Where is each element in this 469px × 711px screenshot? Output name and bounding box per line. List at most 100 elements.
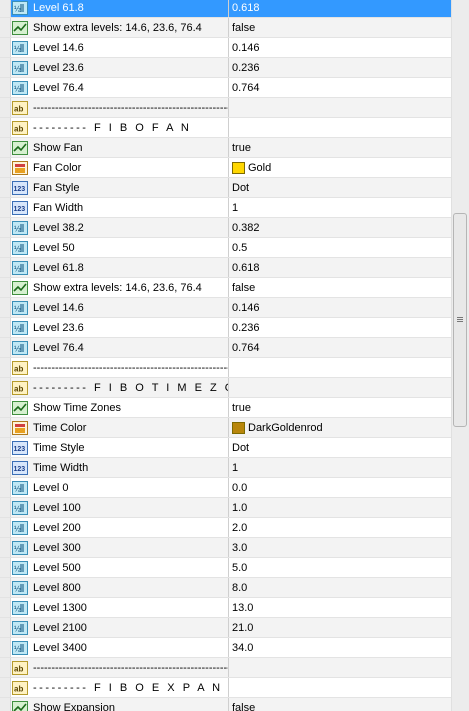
property-row[interactable]: Show extra levels: 14.6, 23.6, 76.4 false: [0, 18, 451, 38]
property-value-cell[interactable]: true: [229, 398, 451, 417]
property-name-cell[interactable]: ½ Level 800: [11, 578, 229, 597]
property-value-cell[interactable]: false: [229, 698, 451, 711]
property-name-cell[interactable]: ab --------------------------------------…: [11, 358, 229, 377]
property-row[interactable]: ½ Level 14.6 0.146: [0, 38, 451, 58]
property-row[interactable]: ab --------------------------------------…: [0, 98, 451, 118]
property-value-cell[interactable]: 1.0: [229, 498, 451, 517]
property-name-cell[interactable]: Show extra levels: 14.6, 23.6, 76.4: [11, 18, 229, 37]
property-row[interactable]: ½ Level 2100 21.0: [0, 618, 451, 638]
property-name-cell[interactable]: ½ Level 1300: [11, 598, 229, 617]
property-row[interactable]: 123 Time Width 1: [0, 458, 451, 478]
section-header-row[interactable]: ab --------- F I B O E X P A N S I O N: [0, 678, 451, 698]
property-name-cell[interactable]: ½ Level 100: [11, 498, 229, 517]
property-name-cell[interactable]: 123 Time Width: [11, 458, 229, 477]
property-value-cell[interactable]: 2.0: [229, 518, 451, 537]
property-value-cell[interactable]: 1: [229, 458, 451, 477]
property-value-cell[interactable]: 34.0: [229, 638, 451, 657]
property-name-cell[interactable]: ½ Level 14.6: [11, 38, 229, 57]
property-value-cell[interactable]: 1: [229, 198, 451, 217]
section-header-row[interactable]: ab --------- F I B O T I M E Z O N E S: [0, 378, 451, 398]
property-name-cell[interactable]: ½ Level 500: [11, 558, 229, 577]
property-value-cell[interactable]: [229, 98, 451, 117]
property-value-cell[interactable]: 0.236: [229, 58, 451, 77]
property-row[interactable]: 123 Fan Width 1: [0, 198, 451, 218]
property-row[interactable]: 123 Fan Style Dot: [0, 178, 451, 198]
property-value-cell[interactable]: Dot: [229, 438, 451, 457]
property-name-cell[interactable]: ½ Level 14.6: [11, 298, 229, 317]
property-row[interactable]: ½ Level 300 3.0: [0, 538, 451, 558]
property-name-cell[interactable]: ½ Level 61.8: [11, 258, 229, 277]
property-value-cell[interactable]: 21.0: [229, 618, 451, 637]
property-name-cell[interactable]: Time Color: [11, 418, 229, 437]
property-name-cell[interactable]: ½ Level 300: [11, 538, 229, 557]
property-row[interactable]: ab --------------------------------------…: [0, 358, 451, 378]
property-row[interactable]: ½ Level 1300 13.0: [0, 598, 451, 618]
property-row[interactable]: ½ Level 200 2.0: [0, 518, 451, 538]
property-value-cell[interactable]: [229, 358, 451, 377]
property-row[interactable]: ½ Level 500 5.0: [0, 558, 451, 578]
property-name-cell[interactable]: ab --------------------------------------…: [11, 658, 229, 677]
property-value-cell[interactable]: true: [229, 138, 451, 157]
property-name-cell[interactable]: ½ Level 0: [11, 478, 229, 497]
property-row[interactable]: Show extra levels: 14.6, 23.6, 76.4 false: [0, 278, 451, 298]
vertical-scrollbar[interactable]: [451, 0, 469, 711]
property-value-cell[interactable]: 0.5: [229, 238, 451, 257]
property-row[interactable]: ½ Level 76.4 0.764: [0, 338, 451, 358]
property-row[interactable]: ½ Level 23.6 0.236: [0, 318, 451, 338]
property-name-cell[interactable]: ½ Level 61.8: [11, 0, 229, 17]
property-value-cell[interactable]: DarkGoldenrod: [229, 418, 451, 437]
property-row[interactable]: ½ Level 76.4 0.764: [0, 78, 451, 98]
property-row[interactable]: ½ Level 23.6 0.236: [0, 58, 451, 78]
scrollbar-thumb[interactable]: [453, 213, 467, 427]
property-name-cell[interactable]: 123 Time Style: [11, 438, 229, 457]
property-name-cell[interactable]: 123 Fan Style: [11, 178, 229, 197]
property-value-cell[interactable]: 0.0: [229, 478, 451, 497]
property-value-cell[interactable]: Gold: [229, 158, 451, 177]
property-row[interactable]: Time Color DarkGoldenrod: [0, 418, 451, 438]
property-row[interactable]: Show Time Zones true: [0, 398, 451, 418]
property-row[interactable]: ½ Level 100 1.0: [0, 498, 451, 518]
property-row[interactable]: Show Fan true: [0, 138, 451, 158]
property-name-cell[interactable]: ½ Level 2100: [11, 618, 229, 637]
property-value-cell[interactable]: 13.0: [229, 598, 451, 617]
property-name-cell[interactable]: Show Expansion: [11, 698, 229, 711]
property-name-cell[interactable]: ½ Level 76.4: [11, 338, 229, 357]
property-name-cell[interactable]: ½ Level 76.4: [11, 78, 229, 97]
section-header-row[interactable]: ab --------- F I B O F A N: [0, 118, 451, 138]
property-row[interactable]: ½ Level 50 0.5: [0, 238, 451, 258]
property-value-cell[interactable]: 0.618: [229, 258, 451, 277]
property-name-cell[interactable]: ½ Level 23.6: [11, 58, 229, 77]
property-name-cell[interactable]: ½ Level 23.6: [11, 318, 229, 337]
property-value-cell[interactable]: 0.764: [229, 338, 451, 357]
property-name-cell[interactable]: ab --------- F I B O E X P A N S I O N: [11, 678, 229, 697]
property-value-cell[interactable]: [229, 118, 451, 137]
property-value-cell[interactable]: 0.236: [229, 318, 451, 337]
property-row[interactable]: Fan Color Gold: [0, 158, 451, 178]
property-value-cell[interactable]: false: [229, 278, 451, 297]
property-name-cell[interactable]: Fan Color: [11, 158, 229, 177]
property-value-cell[interactable]: 0.764: [229, 78, 451, 97]
property-row[interactable]: Show Expansion false: [0, 698, 451, 711]
property-row[interactable]: ½ Level 0 0.0: [0, 478, 451, 498]
property-value-cell[interactable]: 0.618: [229, 0, 451, 17]
property-name-cell[interactable]: ab --------- F I B O F A N: [11, 118, 229, 137]
property-name-cell[interactable]: ½ Level 200: [11, 518, 229, 537]
property-value-cell[interactable]: [229, 658, 451, 677]
property-row[interactable]: ½ Level 61.8 0.618: [0, 258, 451, 278]
property-name-cell[interactable]: ab --------- F I B O T I M E Z O N E S: [11, 378, 229, 397]
property-value-cell[interactable]: Dot: [229, 178, 451, 197]
property-value-cell[interactable]: 5.0: [229, 558, 451, 577]
property-value-cell[interactable]: 3.0: [229, 538, 451, 557]
property-row[interactable]: ½ Level 38.2 0.382: [0, 218, 451, 238]
property-row[interactable]: ½ Level 3400 34.0: [0, 638, 451, 658]
property-name-cell[interactable]: ½ Level 38.2: [11, 218, 229, 237]
property-value-cell[interactable]: [229, 678, 451, 697]
property-row[interactable]: 123 Time Style Dot: [0, 438, 451, 458]
property-name-cell[interactable]: Show extra levels: 14.6, 23.6, 76.4: [11, 278, 229, 297]
property-row[interactable]: ab --------------------------------------…: [0, 658, 451, 678]
property-row[interactable]: ½ Level 14.6 0.146: [0, 298, 451, 318]
property-row[interactable]: ½ Level 800 8.0: [0, 578, 451, 598]
property-value-cell[interactable]: false: [229, 18, 451, 37]
property-name-cell[interactable]: Show Fan: [11, 138, 229, 157]
property-value-cell[interactable]: [229, 378, 451, 397]
